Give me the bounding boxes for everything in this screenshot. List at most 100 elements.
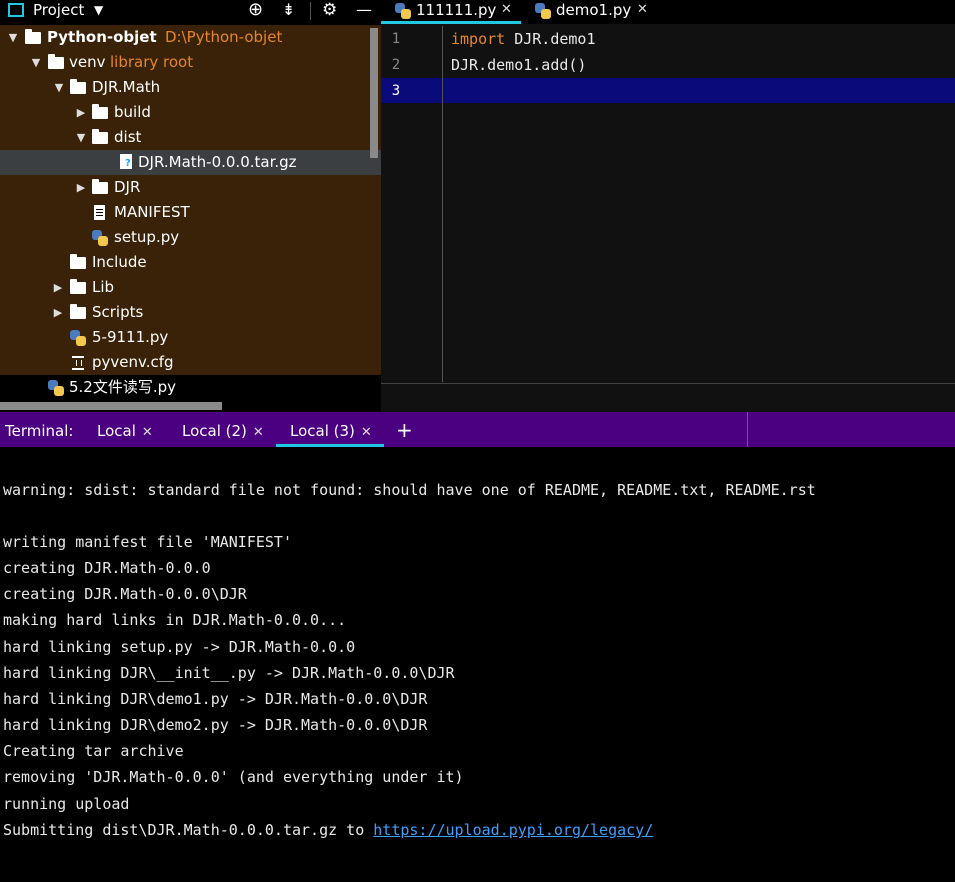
current-line-highlight [381,78,955,103]
close-icon[interactable]: ✕ [501,0,512,20]
terminal-text: Submitting dist\DJR.Math-0.0.0.tar.gz to [3,821,374,839]
collapsed-arrow-icon[interactable]: ▶ [51,275,65,300]
tree-vertical-scrollbar[interactable] [370,28,378,158]
add-terminal-icon[interactable]: + [396,412,413,447]
project-panel: Project ▼ ⊕ ⇟ ⚙ — ▼ Python-objet D:\Python… [0,0,381,412]
terminal-line: warning: sdist: standard file not found:… [3,481,816,499]
tab-111111-py[interactable]: 111111.py ✕ [381,0,521,24]
line-number: 3 [391,83,401,99]
tree-item[interactable]: MANIFEST [0,200,381,225]
terminal-tab-local-3[interactable]: Local (3) ✕ [276,412,384,447]
tree-item-label: 5.2文件读写.py [69,378,177,396]
close-icon[interactable]: ✕ [253,425,264,440]
config-file-icon [69,350,87,375]
terminal-output[interactable]: warning: sdist: standard file not found:… [0,447,955,882]
line-number-gutter: 1 2 3 [381,26,443,382]
expanded-arrow-icon[interactable]: ▼ [52,75,66,100]
code-line[interactable]: DJR.demo1.add() [451,52,586,78]
python-file-icon [47,375,65,400]
tree-item[interactable]: 5.2文件读写.py [0,375,381,400]
terminal-line: hard linking DJR\demo1.py -> DJR.Math-0.… [3,690,428,708]
editor: 111111.py ✕ demo1.py ✕ 1 2 3 import DJR.… [381,0,955,412]
project-title[interactable]: Project [33,0,84,22]
terminal-line: hard linking DJR\demo2.py -> DJR.Math-0.… [3,716,428,734]
tab-label: Local (3) [290,422,355,440]
terminal-line: hard linking setup.py -> DJR.Math-0.0.0 [3,638,356,656]
python-file-icon [535,3,551,19]
folder-icon [69,275,87,300]
tree-item[interactable]: ▶ build [0,100,381,125]
terminal-line: creating DJR.Math-0.0.0 [3,559,211,577]
folder-icon [91,125,109,150]
tree-item-label: 5-9111.py [92,328,169,346]
collapse-all-icon[interactable]: ⇟ [282,0,295,22]
code-text: DJR.demo1.add() [451,56,587,74]
collapsed-arrow-icon[interactable]: ▶ [51,300,65,325]
python-file-icon [69,325,87,350]
code-text: DJR.demo1 [505,30,596,48]
folder-icon [24,25,42,50]
tree-item-label: DJR.Math [92,78,161,96]
expanded-arrow-icon[interactable]: ▼ [74,125,88,150]
close-icon[interactable]: ✕ [637,0,648,20]
tree-item[interactable]: ▼ DJR.Math [0,75,381,100]
folder-icon [69,250,87,275]
expanded-arrow-icon[interactable]: ▼ [6,25,20,50]
tree-item-label: Lib [92,278,115,296]
project-icon [8,3,24,17]
tree-item-label: Python-objet [47,28,157,46]
tree-item-label: DJR [114,178,141,196]
pypi-upload-link[interactable]: https://upload.pypi.org/legacy/ [373,821,653,839]
tab-label: Local [97,422,136,440]
tree-item[interactable]: ▶ Scripts [0,300,381,325]
project-header: Project ▼ ⊕ ⇟ ⚙ — [0,0,381,22]
locate-icon[interactable]: ⊕ [248,0,263,22]
python-file-icon [395,3,411,19]
terminal-line-submit: Submitting dist\DJR.Math-0.0.0.tar.gz to… [3,817,653,843]
ide-window: Project ▼ ⊕ ⇟ ⚙ — ▼ Python-objet D:\Python… [0,0,955,882]
tree-item-label: pyvenv.cfg [92,353,174,371]
editor-bottom-divider [381,383,955,384]
code-keyword: import [451,30,506,48]
python-file-icon [91,225,109,250]
terminal-line: creating DJR.Math-0.0.0\DJR [3,585,247,603]
tree-item-label: Include [92,253,147,271]
tab-label: demo1.py [556,1,632,19]
terminal-line: writing manifest file 'MANIFEST' [3,533,292,551]
tree-item[interactable]: pyvenv.cfg [0,350,381,375]
tree-item-label: build [114,103,151,121]
code-line[interactable]: import DJR.demo1 [451,26,596,52]
terminal-tab-local-2[interactable]: Local (2) ✕ [182,412,264,447]
tab-label: 111111.py [416,1,497,19]
tree-item[interactable]: setup.py [0,225,381,250]
terminal-line: Creating tar archive [3,742,184,760]
tree-item[interactable]: Include [0,250,381,275]
expanded-arrow-icon[interactable]: ▼ [29,50,43,75]
tree-item[interactable]: ▶ Lib [0,275,381,300]
close-icon[interactable]: ✕ [142,425,153,440]
header-separator [310,2,311,20]
collapsed-arrow-icon[interactable]: ▶ [74,175,88,200]
collapsed-arrow-icon[interactable]: ▶ [74,100,88,125]
tree-item[interactable]: ▶ DJR [0,175,381,200]
tab-demo1-py[interactable]: demo1.py ✕ [521,0,661,24]
close-icon[interactable]: ✕ [361,425,372,440]
tree-item-label: venv [69,53,106,71]
line-number: 2 [391,57,401,73]
tree-item[interactable]: ▼ venv library root [0,50,381,75]
tree-item[interactable]: 5-9111.py [0,325,381,350]
folder-icon [69,75,87,100]
terminal-line: making hard links in DJR.Math-0.0.0... [3,611,347,629]
tree-item[interactable]: ▼ dist [0,125,381,150]
terminal-tab-local[interactable]: Local ✕ [97,412,153,447]
tree-item[interactable]: DJR.Math-0.0.0.tar.gz [0,150,381,175]
tree-item-path: library root [110,53,194,71]
folder-icon [69,300,87,325]
project-tree: ▼ Python-objet D:\Python-objet ▼ venv library… [0,25,381,400]
chevron-down-icon[interactable]: ▼ [94,0,103,22]
tree-horizontal-scrollbar[interactable] [0,402,222,410]
hide-icon[interactable]: — [356,0,372,22]
gear-icon[interactable]: ⚙ [322,0,337,22]
tab-label: Local (2) [182,422,247,440]
tree-item[interactable]: ▼ Python-objet D:\Python-objet [0,25,381,50]
